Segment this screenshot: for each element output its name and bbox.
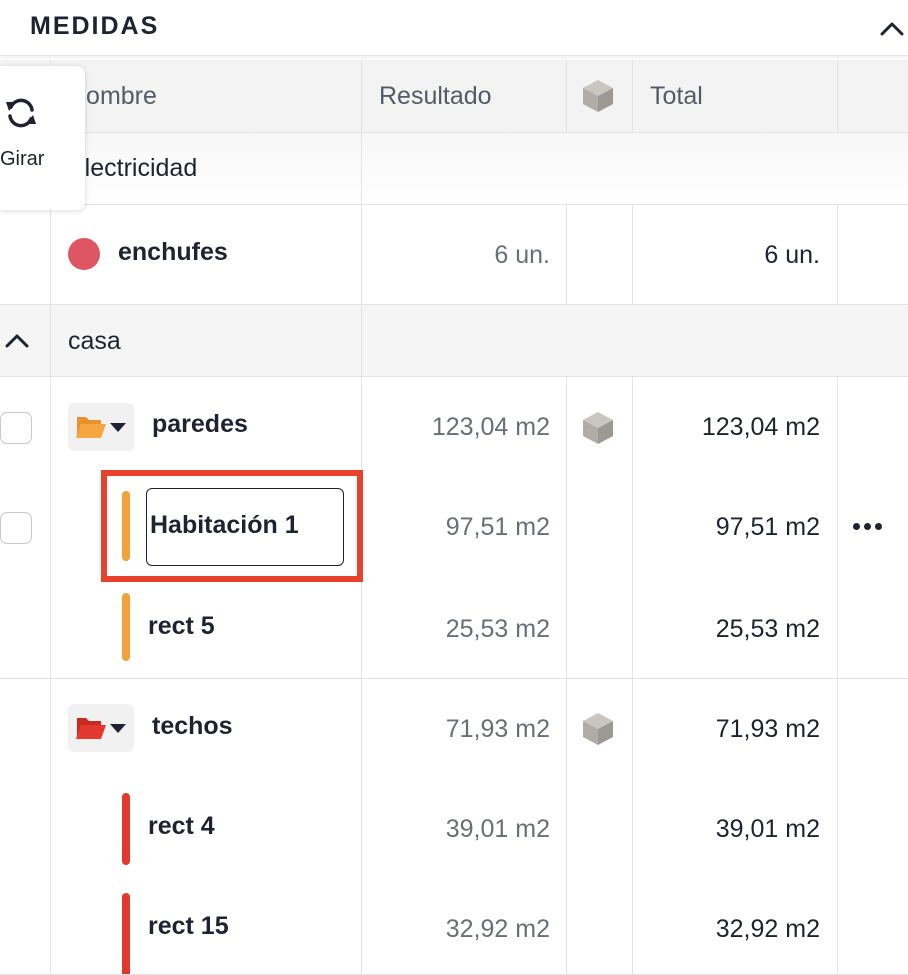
folder-dropdown-button[interactable] <box>68 704 134 752</box>
item-result: 25,53 m2 <box>445 615 550 643</box>
panel-title: MEDIDAS <box>30 12 160 40</box>
table-row[interactable]: rect 15 32,92 m2 32,92 m2 <box>0 879 908 975</box>
row-checkbox[interactable] <box>0 512 32 544</box>
group-label: Electricidad <box>68 154 198 182</box>
table-row[interactable]: rect 4 39,01 m2 39,01 m2 <box>0 779 908 879</box>
folder-total: 123,04 m2 <box>701 413 820 441</box>
column-divider <box>566 204 567 304</box>
cube-icon <box>581 410 615 451</box>
item-name: enchufes <box>118 238 228 266</box>
row-divider <box>0 132 908 133</box>
item-total: 39,01 m2 <box>715 815 820 843</box>
folder-open-icon <box>76 417 106 438</box>
collapse-button[interactable] <box>876 12 908 44</box>
column-divider <box>837 60 838 132</box>
color-bar <box>122 593 130 661</box>
item-total: 25,53 m2 <box>715 615 820 643</box>
table-row[interactable]: enchufes 6 un. 6 un. <box>0 205 908 304</box>
group-label: casa <box>68 327 121 355</box>
item-total: 6 un. <box>764 241 820 269</box>
cube-icon <box>581 78 615 119</box>
folder-result: 71,93 m2 <box>445 715 550 743</box>
folder-dropdown-button[interactable] <box>68 403 134 451</box>
color-bar <box>122 793 130 865</box>
item-total: 97,51 m2 <box>715 513 820 541</box>
folder-open-icon <box>76 718 106 739</box>
refresh-icon <box>4 96 38 135</box>
row-divider <box>0 204 908 205</box>
table-header: Nombre Resultado Total <box>0 60 908 132</box>
row-divider <box>0 376 908 377</box>
column-divider <box>566 60 567 132</box>
caret-down-icon <box>110 423 126 432</box>
row-checkbox[interactable] <box>0 412 32 444</box>
group-row-casa[interactable]: casa <box>0 305 908 376</box>
folder-result: 123,04 m2 <box>431 413 550 441</box>
chevron-up-icon[interactable] <box>4 331 30 354</box>
item-result: 32,92 m2 <box>445 915 550 943</box>
item-result: 6 un. <box>494 241 550 269</box>
rotate-label: Girar <box>0 148 45 170</box>
table-row[interactable]: techos 71,93 m2 71,93 m2 <box>0 679 908 779</box>
group-row-electricidad[interactable]: Electricidad <box>0 132 908 204</box>
table-row[interactable]: rect 5 25,53 m2 25,53 m2 <box>0 577 908 677</box>
item-name: Habitación 1 <box>150 511 299 539</box>
color-dot <box>68 238 100 270</box>
column-divider <box>837 376 838 975</box>
column-divider <box>837 204 838 304</box>
folder-total: 71,93 m2 <box>715 715 820 743</box>
column-divider <box>632 376 633 975</box>
rotate-button[interactable]: Girar <box>0 66 85 210</box>
row-divider <box>0 304 908 305</box>
column-divider <box>632 60 633 132</box>
folder-name: techos <box>152 712 233 740</box>
measures-panel-header: MEDIDAS <box>0 0 908 56</box>
more-options-icon[interactable] <box>853 523 882 530</box>
table-row[interactable]: paredes 123,04 m2 123,04 m2 <box>0 377 908 477</box>
caret-down-icon <box>110 724 126 733</box>
column-header-result[interactable]: Resultado <box>379 82 492 111</box>
item-result: 97,51 m2 <box>445 513 550 541</box>
item-name-edit-field[interactable]: Habitación 1 <box>146 488 344 566</box>
cube-icon <box>581 711 615 752</box>
chevron-up-icon <box>880 22 904 36</box>
item-total: 32,92 m2 <box>715 915 820 943</box>
column-divider <box>632 204 633 304</box>
item-name: rect 4 <box>148 812 215 840</box>
item-result: 39,01 m2 <box>445 815 550 843</box>
row-divider <box>0 678 908 679</box>
item-name: rect 5 <box>148 612 215 640</box>
folder-name: paredes <box>152 410 248 438</box>
item-name: rect 15 <box>148 912 229 940</box>
column-divider <box>566 376 567 975</box>
color-bar <box>122 893 130 975</box>
column-header-total[interactable]: Total <box>650 82 703 111</box>
